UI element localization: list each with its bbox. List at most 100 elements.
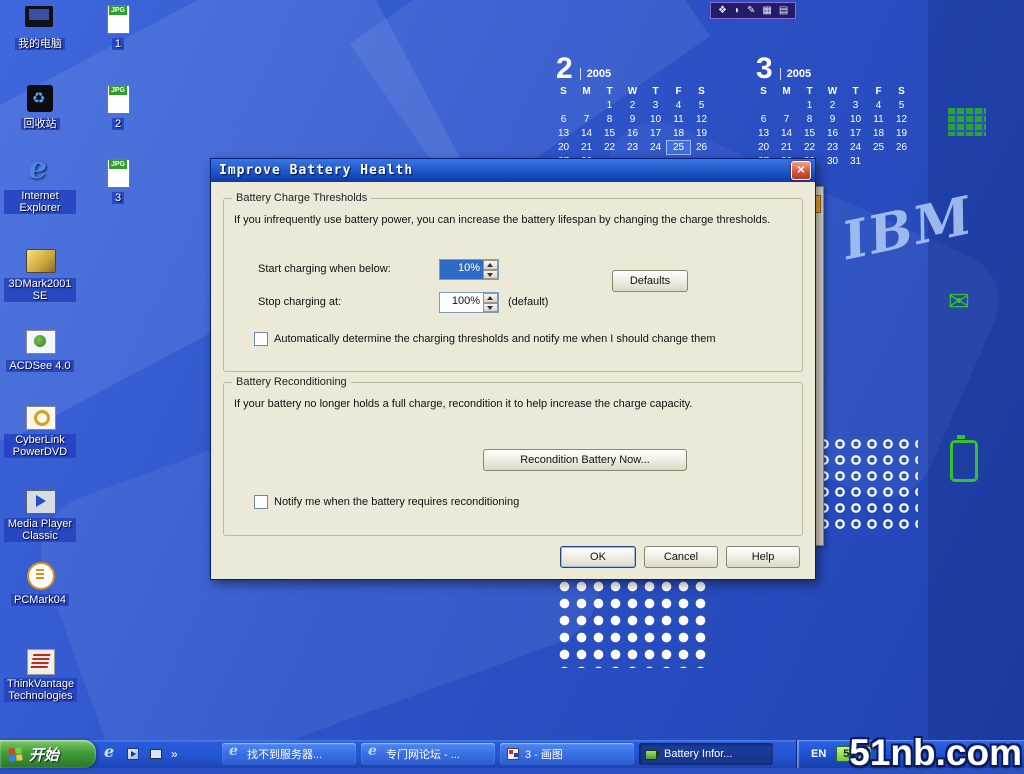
- spin-up-icon[interactable]: [483, 260, 498, 270]
- quicklaunch-internet-explorer-icon[interactable]: [102, 746, 118, 762]
- task-paint[interactable]: 3 - 画图: [500, 743, 634, 765]
- calendar-day: 31: [844, 155, 867, 168]
- recondition-battery-button[interactable]: Recondition Battery Now...: [483, 449, 687, 471]
- recycle-bin-icon: [23, 84, 57, 114]
- task-button-label: 找不到服务器...: [247, 746, 322, 762]
- auto-determine-checkbox[interactable]: Automatically determine the charging thr…: [254, 332, 715, 346]
- calendar-day: 26: [890, 141, 913, 154]
- calendar-day: 13: [552, 127, 575, 140]
- spin-down-icon[interactable]: [483, 303, 498, 313]
- stop-charging-value[interactable]: 100%: [440, 293, 483, 312]
- desktop-icon-label: 3DMark2001 SE: [4, 278, 76, 302]
- desktop-widget-toolbar[interactable]: ❖ ◗ ✎ ▦ ▤: [710, 2, 796, 19]
- mail-icon: ✉: [948, 286, 970, 317]
- plug-icon[interactable]: ❖: [718, 6, 727, 16]
- cancel-button[interactable]: Cancel: [644, 546, 718, 568]
- calendar-day-header: S: [690, 85, 713, 98]
- calendar-day-header: W: [821, 85, 844, 98]
- desktop-icon-3dmark2001-se[interactable]: 3DMark2001 SE: [4, 246, 76, 304]
- language-indicator[interactable]: EN: [811, 748, 826, 760]
- start-charging-spinner[interactable]: 10%: [439, 259, 499, 280]
- windows-flag-icon: [7, 746, 23, 762]
- notes-icon[interactable]: ▤: [779, 6, 788, 16]
- calendar-march: 32005SMTWTFS1234567891011121314151617181…: [752, 56, 913, 168]
- calendar-day-header: M: [575, 85, 598, 98]
- checkbox-icon[interactable]: [254, 332, 268, 346]
- desktop-icon-label: ThinkVantage Technologies: [4, 678, 77, 702]
- desktop-icon-media-player-classic[interactable]: Media Player Classic: [4, 486, 76, 544]
- desktop-icon-label: 我的电脑: [15, 38, 65, 50]
- calendar-day: 16: [821, 127, 844, 140]
- calendar-day: 21: [575, 141, 598, 154]
- desktop-icon-my-computer[interactable]: 我的电脑: [4, 4, 76, 52]
- quicklaunch-media-player-icon[interactable]: [125, 746, 141, 762]
- dialog-titlebar[interactable]: Improve Battery Health: [211, 159, 815, 182]
- media-player-classic-icon: [23, 486, 57, 516]
- start-charging-value[interactable]: 10%: [440, 260, 483, 279]
- keyboard-icon[interactable]: ▦: [762, 6, 771, 16]
- desktop-icon-recycle-bin[interactable]: 回收站: [4, 84, 76, 132]
- task-button-label: 专门网论坛 - ...: [386, 746, 460, 762]
- desktop-icon-cyberlink-powerdvd[interactable]: CyberLink PowerDVD: [4, 402, 76, 460]
- desktop-icon-acdsee-4-0[interactable]: ACDSee 4.0: [4, 326, 76, 374]
- calendar-day-header: T: [598, 85, 621, 98]
- calendar-day: 6: [552, 113, 575, 126]
- ok-button[interactable]: OK: [560, 546, 636, 568]
- stop-charging-spinner[interactable]: 100%: [439, 292, 499, 313]
- jpg-file-icon: [101, 84, 135, 114]
- calendar-day: 17: [844, 127, 867, 140]
- calendar-day: 10: [844, 113, 867, 126]
- calendar-day: 18: [867, 127, 890, 140]
- thinkvantage-technologies-icon: [23, 646, 57, 676]
- task-battery-information[interactable]: Battery Infor...: [639, 743, 773, 765]
- desktop-icon-label: ACDSee 4.0: [6, 360, 73, 372]
- calendar-day: 6: [752, 113, 775, 126]
- ie-icon: [367, 747, 381, 761]
- calendar-day: 24: [644, 141, 667, 154]
- battery-reconditioning-group: Battery Reconditioning If your battery n…: [223, 382, 803, 536]
- desktop-icon-jpg-file-3[interactable]: 3: [82, 158, 154, 206]
- calendar-day: 1: [798, 99, 821, 112]
- auto-determine-label: Automatically determine the charging thr…: [274, 333, 715, 345]
- defaults-button[interactable]: Defaults: [612, 270, 688, 292]
- calendar-day-header: T: [644, 85, 667, 98]
- desktop-icon-thinkvantage-technologies[interactable]: ThinkVantage Technologies: [4, 646, 76, 704]
- task-server-not-found[interactable]: 找不到服务器...: [222, 743, 356, 765]
- calendar-day: 26: [690, 141, 713, 154]
- start-button[interactable]: 开始: [0, 740, 96, 768]
- calendar-day: 23: [621, 141, 644, 154]
- calendar-day: 25: [867, 141, 890, 154]
- calendar-day: 30: [821, 155, 844, 168]
- mouse-icon[interactable]: ◗: [734, 6, 740, 16]
- task-forum[interactable]: 专门网论坛 - ...: [361, 743, 495, 765]
- dialog-title: Improve Battery Health: [219, 163, 791, 178]
- calendar-day: [575, 99, 598, 112]
- calendar-day: 8: [798, 113, 821, 126]
- checkbox-icon[interactable]: [254, 495, 268, 509]
- desktop-icon-label: Internet Explorer: [4, 190, 76, 214]
- calendar-day: 15: [598, 127, 621, 140]
- desktop-icon-label: Media Player Classic: [4, 518, 76, 542]
- calendar-day-header: F: [867, 85, 890, 98]
- calendar-grid: SMTWTFS123456789101112131415161718192021…: [752, 85, 913, 168]
- desktop-icon-pcmark04[interactable]: PCMark04: [4, 560, 76, 608]
- calendar-day: 24: [844, 141, 867, 154]
- calendar-day: 13: [752, 127, 775, 140]
- battery-art-icon: [950, 440, 978, 482]
- quicklaunch-show-desktop-icon[interactable]: [148, 746, 164, 762]
- notify-reconditioning-checkbox[interactable]: Notify me when the battery requires reco…: [254, 495, 519, 509]
- pen-icon[interactable]: ✎: [747, 6, 755, 16]
- help-button[interactable]: Help: [726, 546, 800, 568]
- close-icon[interactable]: [791, 161, 811, 180]
- calendar-day: 4: [667, 99, 690, 112]
- calendar-month-number: 3: [756, 56, 773, 82]
- acdsee-4-0-icon: [23, 326, 57, 356]
- desktop-icon-internet-explorer[interactable]: Internet Explorer: [4, 158, 76, 216]
- spin-down-icon[interactable]: [483, 270, 498, 280]
- desktop-icon-jpg-file-2[interactable]: 2: [82, 84, 154, 132]
- calendar-day: 12: [690, 113, 713, 126]
- spin-up-icon[interactable]: [483, 293, 498, 303]
- desktop-icon-jpg-file-1[interactable]: 1: [82, 4, 154, 52]
- desktop-icon-label: 1: [112, 38, 124, 50]
- chevron-overflow-icon[interactable]: »: [171, 740, 178, 768]
